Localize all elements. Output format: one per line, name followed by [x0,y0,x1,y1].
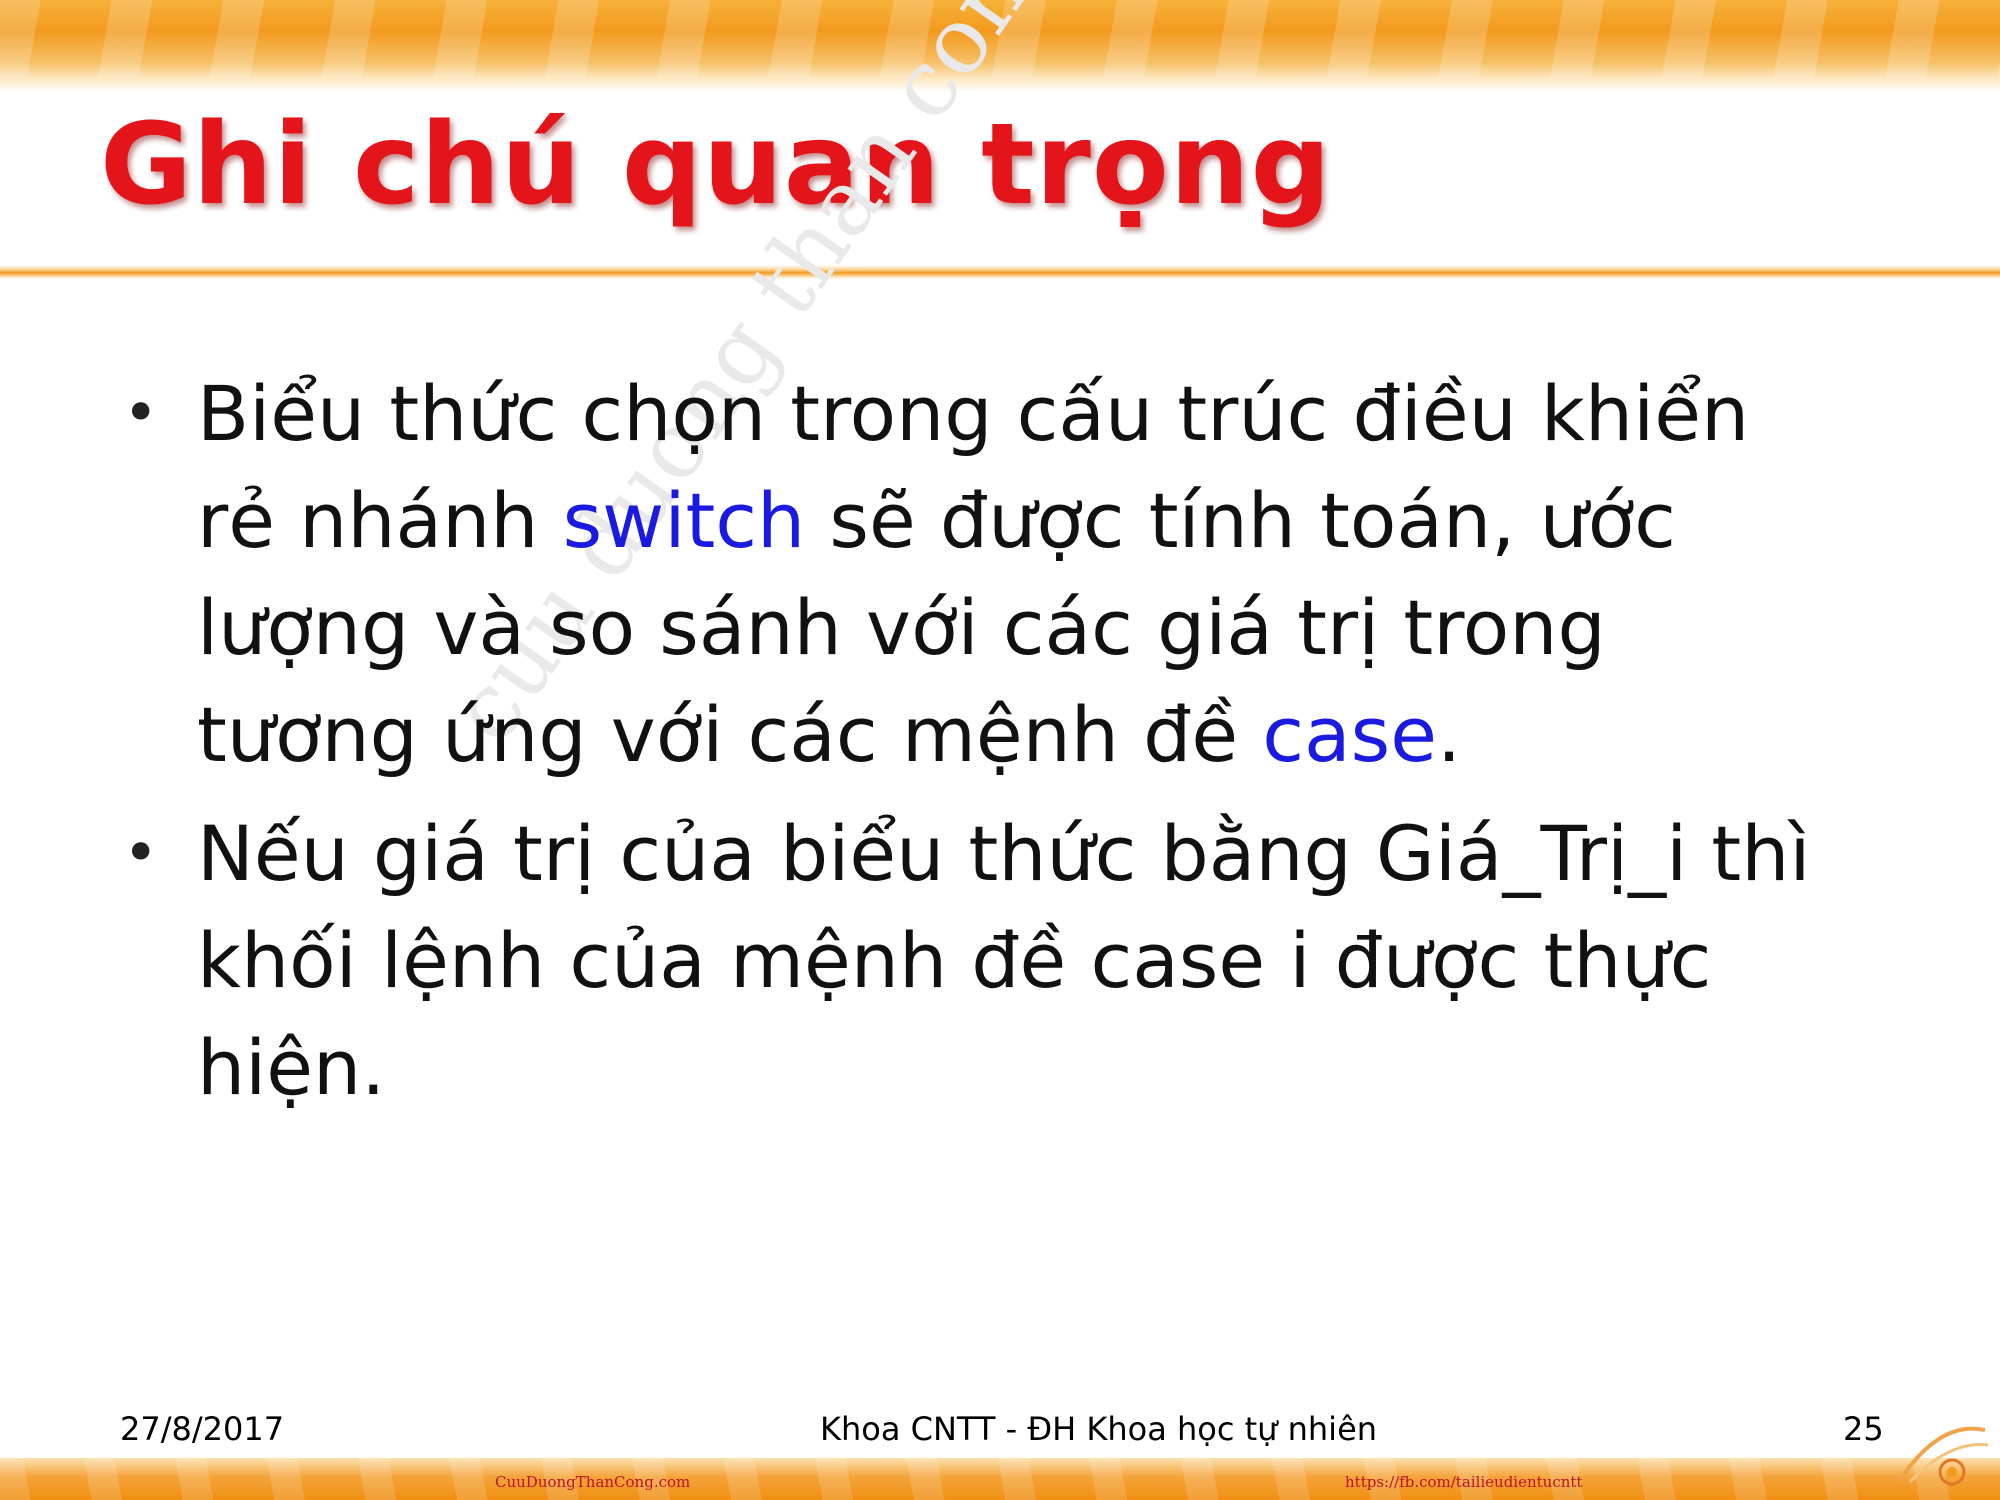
bullet-2-text: Nếu giá trị của biểu thức bằng Giá_Trị_i… [197,809,1811,1112]
footer-organization: Khoa CNTT - ĐH Khoa học tự nhiên [820,1410,1378,1448]
bullet-dot-icon: • [123,378,159,448]
page-number: 25 [1843,1410,1884,1448]
top-band-fade [0,78,2000,92]
bullet-item-2: • Nếu giá trị của biểu thức bằng Giá_Trị… [115,800,1835,1121]
credit-website-link[interactable]: CuuDuongThanCong.com [495,1473,690,1491]
keyword-switch: switch [562,476,806,565]
bullet-list: • Biểu thức chọn trong cấu trúc điều khi… [115,360,1835,1133]
slide-title: Ghi chú quan trọng [100,100,1332,230]
swirl-logo-icon [1898,1426,1989,1486]
bullet-item-1: • Biểu thức chọn trong cấu trúc điều khi… [115,360,1835,788]
footer-date: 27/8/2017 [120,1410,285,1448]
slide: Ghi chú quan trọng cuu duong than cong .… [0,0,2000,1500]
credit-facebook-link[interactable]: https://fb.com/tailieudientucntt [1345,1473,1582,1491]
title-divider [0,265,2000,279]
keyword-case: case [1262,690,1437,779]
bullet-dot-icon: • [123,818,159,888]
bullet-1-text-part-3: . [1436,690,1462,779]
bottom-decorative-band [0,1458,2000,1500]
